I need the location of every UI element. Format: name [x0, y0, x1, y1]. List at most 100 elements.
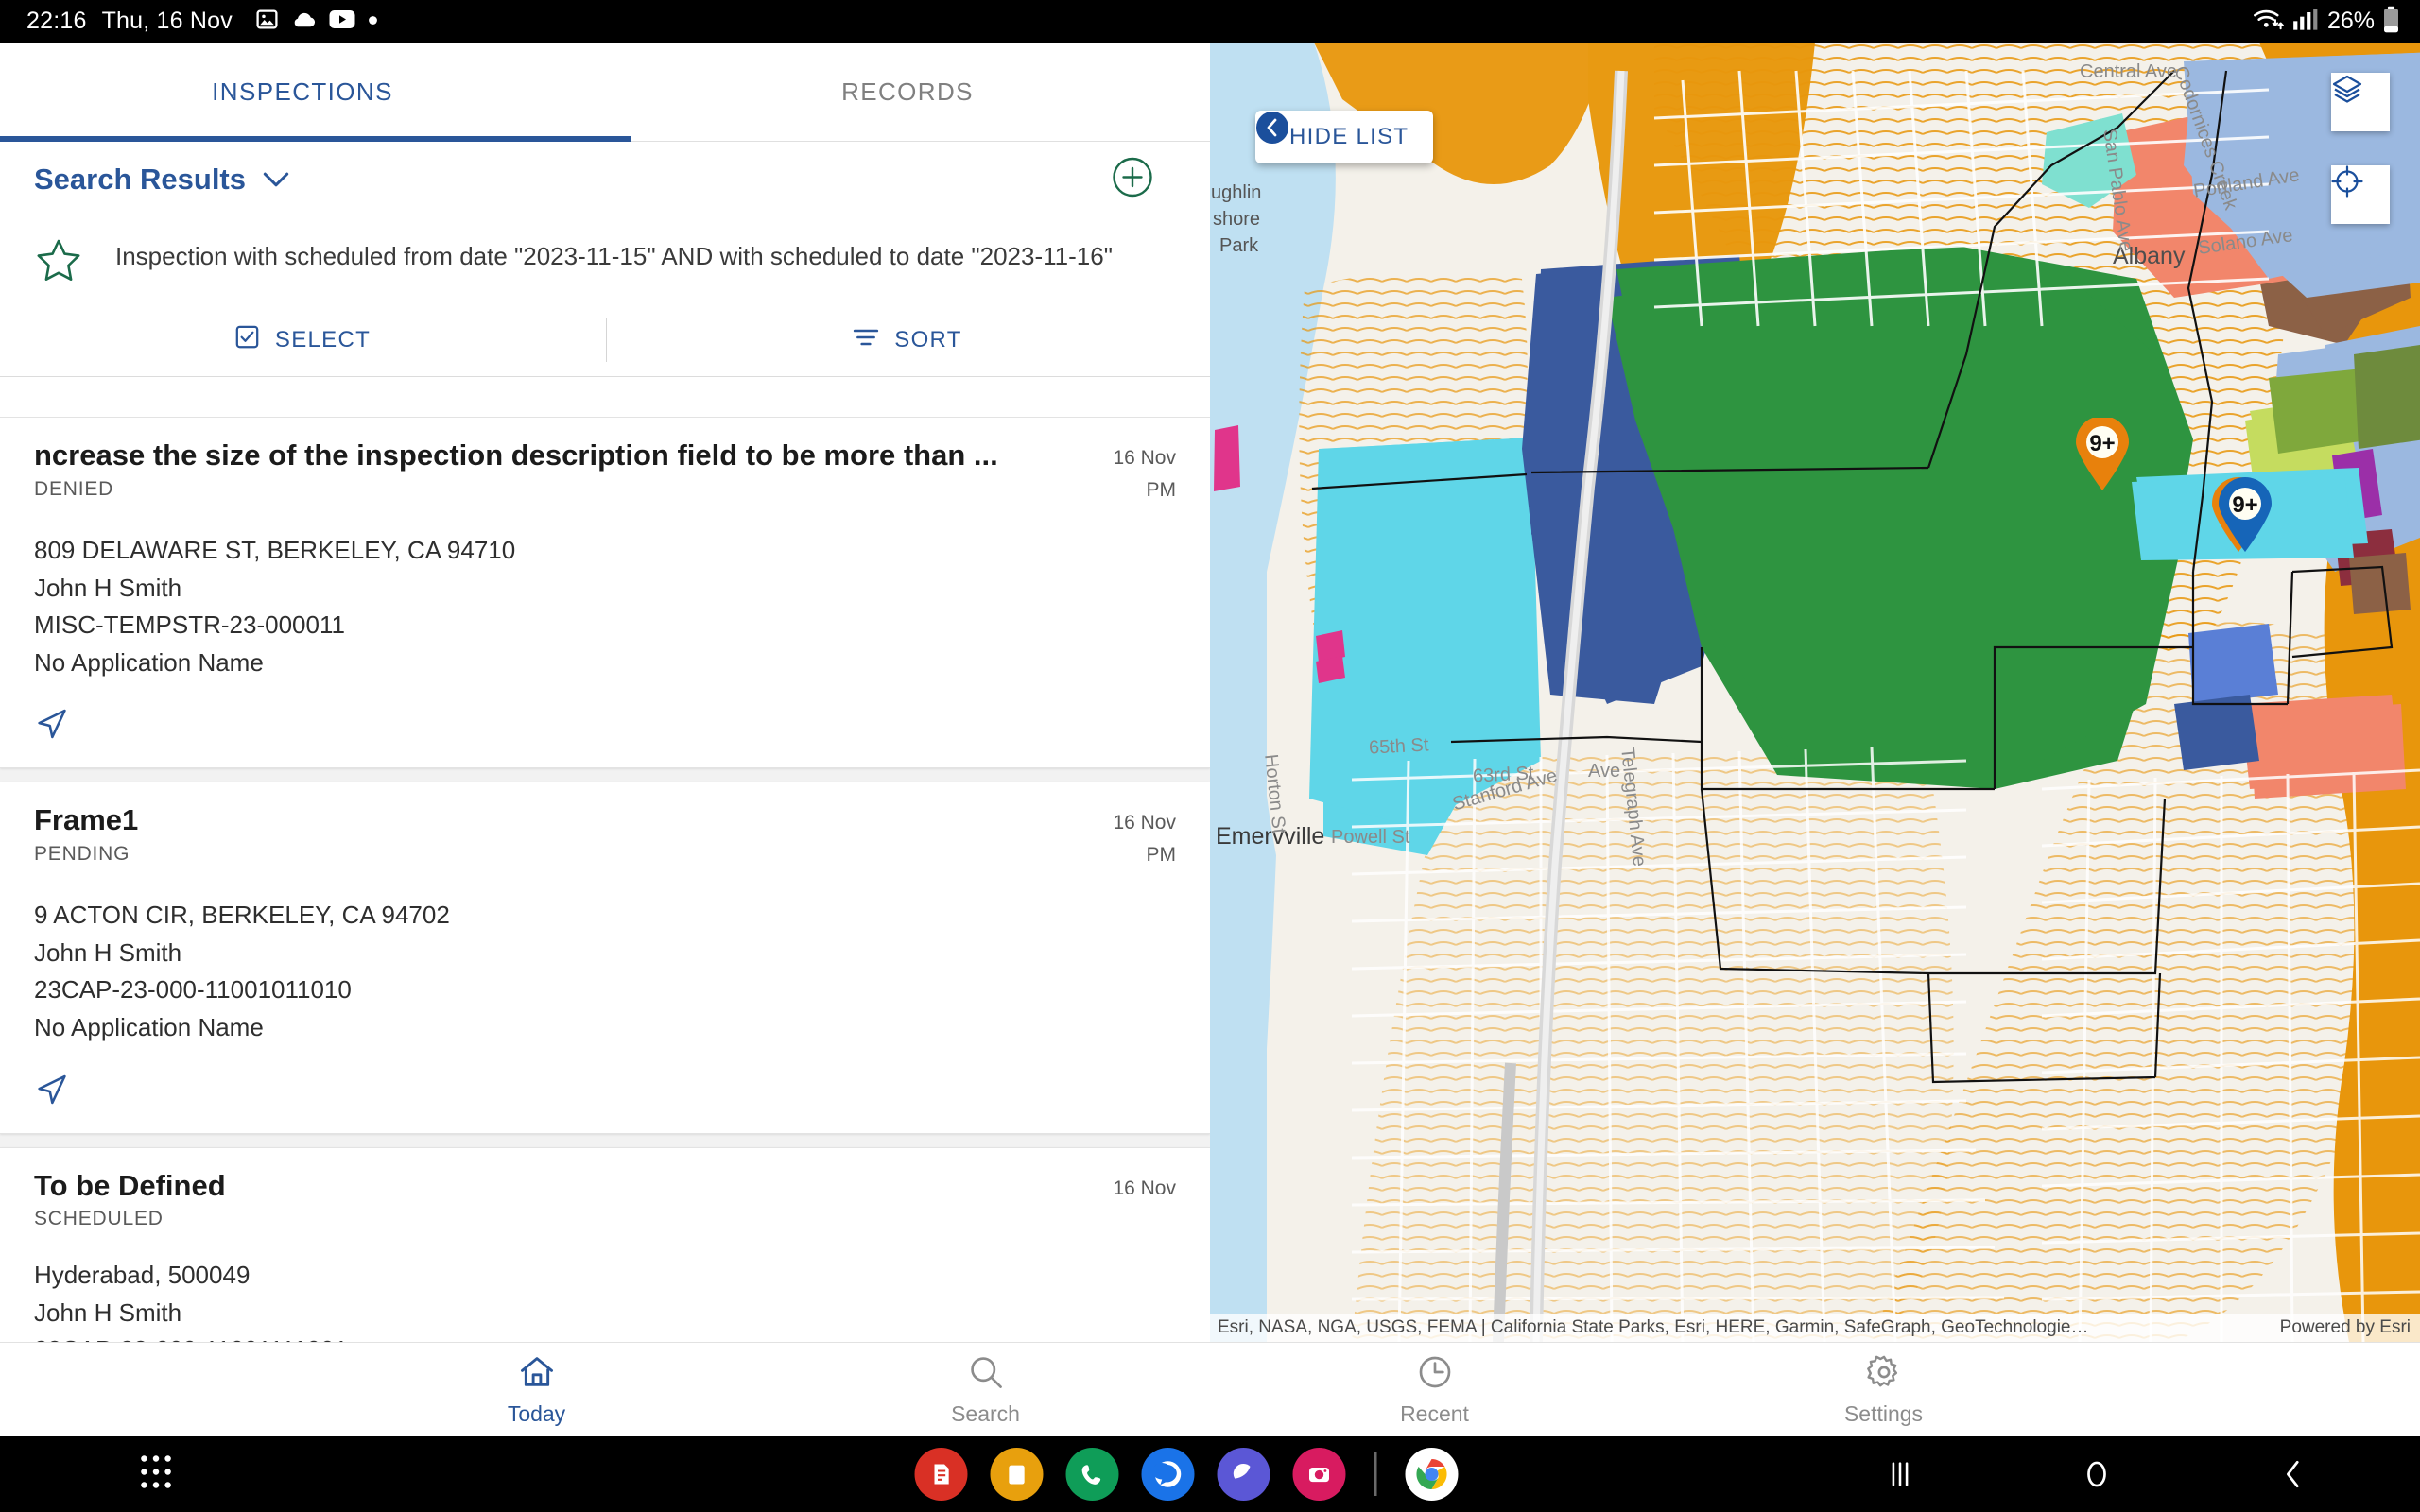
inspection-date: 16 Nov [1113, 1169, 1176, 1205]
card-footer [34, 1047, 1176, 1133]
nav-item-recent-label: Recent [1400, 1401, 1469, 1427]
hide-list-label: HIDE LIST [1289, 124, 1409, 150]
list-item[interactable]: Frame1 PENDING 16 Nov PM 9 ACTON CIR, BE… [0, 782, 1210, 1133]
phone-app-icon[interactable] [1066, 1448, 1119, 1501]
inspection-date-day: 16 Nov [1113, 442, 1176, 474]
list-item[interactable]: To be Defined SCHEDULED 16 Nov Hyderabad… [0, 1147, 1210, 1343]
select-button[interactable]: SELECT [0, 324, 605, 356]
status-bar-right: 26% [2252, 6, 2399, 38]
search-icon [967, 1353, 1005, 1396]
home-button[interactable] [2074, 1452, 2119, 1497]
map-pin-label: 9+ [2232, 492, 2257, 518]
inspection-record-id: 23CAP-23-000-11001011010 [34, 971, 1176, 1009]
nav-item-recent[interactable]: Recent [1210, 1343, 1659, 1436]
tab-records-label: RECORDS [841, 77, 974, 107]
map-layers-button[interactable] [2331, 73, 2390, 131]
card-details: Hyderabad, 500049 John H Smith 23CAP-23-… [34, 1257, 1176, 1342]
map-attribution-text: Esri, NASA, NGA, USGS, FEMA | California… [1218, 1317, 2088, 1338]
map-view[interactable]: Albany Emervville Central Ave Portland A… [1210, 43, 2420, 1342]
action-row-bottom-border [0, 376, 1210, 377]
status-bar-clock: 22:16 [26, 8, 87, 35]
card-footer [34, 681, 1176, 767]
browser-app-icon[interactable] [1218, 1448, 1270, 1501]
battery-percent-label: 26% [2327, 8, 2375, 35]
inspection-contact: John H Smith [34, 570, 1176, 608]
messages-app-icon[interactable] [1142, 1448, 1195, 1501]
inspection-date-ampm: PM [1113, 839, 1176, 871]
inspection-title: ncrease the size of the inspection descr… [34, 438, 998, 472]
hide-list-button[interactable]: HIDE LIST [1255, 111, 1433, 163]
battery-icon [2383, 6, 2399, 38]
app-bottom-nav: Today Search Recent [0, 1342, 2420, 1436]
inspection-date-day: 16 Nov [1113, 1173, 1176, 1205]
map-powered-by-label: Powered by Esri [2280, 1317, 2411, 1338]
nav-item-settings[interactable]: Settings [1659, 1343, 2108, 1436]
navigate-arrow-icon[interactable] [34, 706, 70, 747]
inspection-record-id: 23CAP-23-000-11001111001 [34, 1332, 1176, 1342]
camera-app-icon[interactable] [1293, 1448, 1346, 1501]
sort-button[interactable]: SORT [605, 326, 1210, 355]
sort-filter-icon [853, 326, 879, 355]
system-navigation-buttons [1877, 1452, 2316, 1497]
inspection-address: 809 DELAWARE ST, BERKELEY, CA 94710 [34, 532, 1176, 570]
list-item[interactable]: ncrease the size of the inspection descr… [0, 417, 1210, 768]
map-pin-label: 9+ [2089, 431, 2115, 456]
card-details: 9 ACTON CIR, BERKELEY, CA 94702 John H S… [34, 897, 1176, 1046]
cloud-icon [291, 8, 317, 36]
news-app-icon[interactable] [915, 1448, 968, 1501]
status-badge: SCHEDULED [34, 1208, 226, 1230]
inspection-date: 16 Nov PM [1113, 803, 1176, 870]
status-badge: DENIED [34, 478, 998, 501]
inspection-contact: John H Smith [34, 935, 1176, 972]
dot-icon [368, 13, 378, 30]
inspection-date-day: 16 Nov [1113, 807, 1176, 839]
home-icon [518, 1353, 556, 1396]
search-query-text: Inspection with scheduled from date "202… [115, 232, 1113, 273]
dock-divider [1374, 1452, 1377, 1496]
inspection-title: To be Defined [34, 1169, 226, 1203]
status-bar-date: Thu, 16 Nov [102, 8, 233, 35]
star-outline-icon[interactable] [34, 236, 83, 290]
select-button-label: SELECT [275, 327, 371, 353]
add-circle-icon[interactable] [1112, 157, 1153, 203]
checkbox-icon [234, 324, 260, 356]
map-attribution-bar: Esri, NASA, NGA, USGS, FEMA | California… [1210, 1314, 2420, 1342]
recents-button[interactable] [1877, 1452, 1923, 1497]
chrome-app-icon[interactable] [1406, 1448, 1459, 1501]
tab-bar: INSPECTIONS RECORDS [0, 43, 1210, 142]
wifi-icon [2252, 6, 2284, 37]
tab-inspections[interactable]: INSPECTIONS [0, 43, 605, 142]
inspection-title: Frame1 [34, 803, 138, 837]
back-button[interactable] [2271, 1452, 2316, 1497]
list-action-row: SELECT SORT [0, 303, 1210, 377]
sort-button-label: SORT [894, 327, 961, 353]
search-results-title: Search Results [34, 163, 246, 197]
nav-item-search[interactable]: Search [761, 1343, 1210, 1436]
navigate-arrow-icon[interactable] [34, 1072, 70, 1112]
status-badge: PENDING [34, 843, 138, 866]
chevron-down-icon[interactable] [263, 170, 289, 189]
inspection-date: 16 Nov PM [1113, 438, 1176, 506]
taskbar-dock [915, 1448, 1459, 1501]
inspection-application-name: No Application Name [34, 644, 1176, 682]
locate-me-button[interactable] [2331, 165, 2390, 224]
nav-item-today[interactable]: Today [312, 1343, 761, 1436]
map-canvas [1210, 43, 2420, 1342]
status-bar-left: 22:16 Thu, 16 Nov [26, 8, 378, 36]
tab-records[interactable]: RECORDS [605, 43, 1210, 142]
gear-icon [1865, 1353, 1903, 1396]
card-details: 809 DELAWARE ST, BERKELEY, CA 94710 John… [34, 532, 1176, 681]
status-bar-notification-icons [255, 8, 378, 36]
inspection-date-ampm: PM [1113, 474, 1176, 507]
inspection-contact: John H Smith [34, 1295, 1176, 1332]
files-app-icon[interactable] [991, 1448, 1044, 1501]
inspection-list[interactable]: ncrease the size of the inspection descr… [0, 417, 1210, 1342]
youtube-icon [329, 9, 355, 34]
inspections-panel: INSPECTIONS RECORDS Search Results [0, 43, 1210, 1342]
card-header: Frame1 PENDING 16 Nov PM [34, 803, 1176, 870]
app-drawer-icon[interactable] [137, 1452, 175, 1497]
android-system-bar [0, 1436, 2420, 1512]
android-status-bar: 22:16 Thu, 16 Nov [0, 0, 2420, 43]
inspection-application-name: No Application Name [34, 1009, 1176, 1047]
tab-inspections-label: INSPECTIONS [212, 77, 393, 107]
